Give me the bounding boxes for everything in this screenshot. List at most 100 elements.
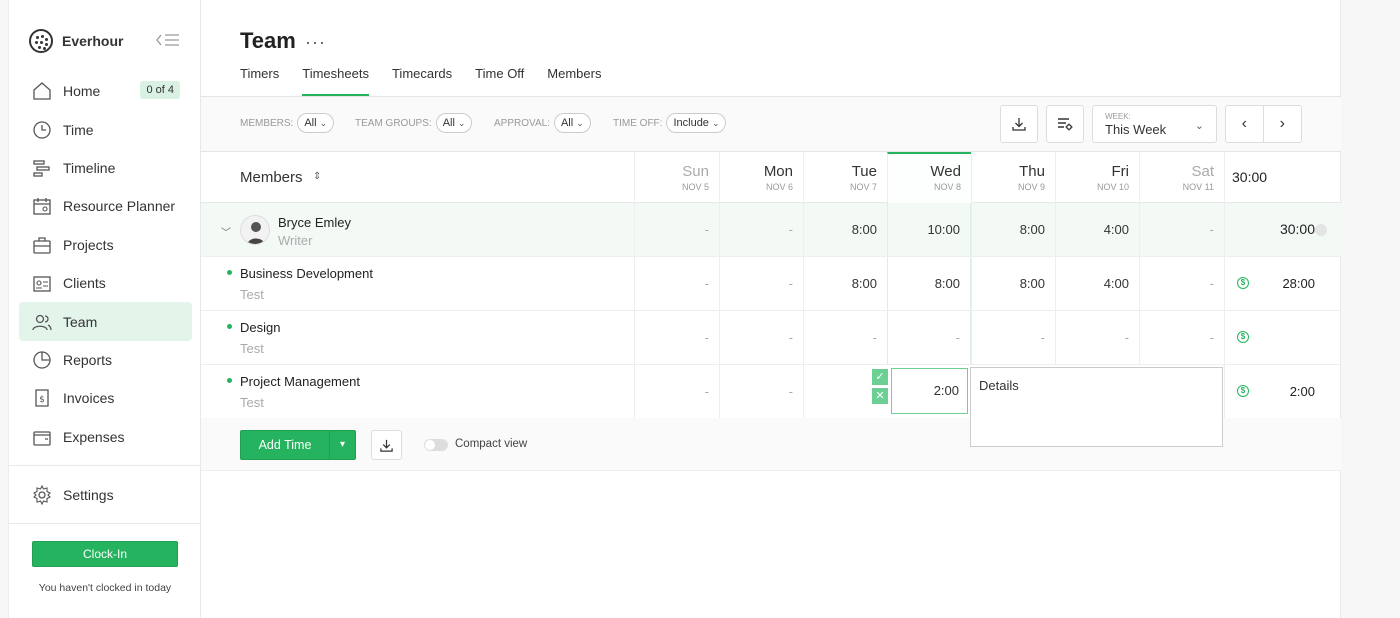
time-cell[interactable]: 8:00 [971, 257, 1055, 310]
sidebar-item-time[interactable]: Time [19, 110, 192, 148]
filter-label: Time off: [613, 117, 663, 129]
sidebar-item-clients[interactable]: Clients [19, 264, 192, 302]
project-name[interactable]: Project Management [240, 374, 360, 389]
sidebar-item-projects[interactable]: Projects [19, 226, 192, 264]
sidebar-item-reports[interactable]: Reports [19, 341, 192, 379]
sidebar-item-invoices[interactable]: $ Invoices [19, 379, 192, 417]
time-cell[interactable]: - [719, 203, 803, 256]
day-header-sun: Sun NOV 5 [634, 152, 719, 203]
week-select-value: This Week [1105, 122, 1167, 137]
approval-filter-select[interactable]: All ⌄ [553, 113, 591, 133]
chevron-down-icon: ⌄ [457, 117, 466, 128]
time-cell[interactable]: - [971, 311, 1055, 364]
week-total: 30:00 [1232, 169, 1268, 185]
sidebar-item-team[interactable]: Team [19, 302, 192, 341]
day-date: NOV 11 [1182, 182, 1214, 192]
user-name[interactable]: Bryce Emley [278, 215, 351, 230]
clock-in-button[interactable]: Clock-In [32, 541, 178, 567]
time-cell[interactable]: 8:00 [803, 257, 887, 310]
column-settings-button[interactable] [1046, 105, 1084, 143]
table-row-user[interactable]: ﹀ Bryce Emley Writer - - 8:00 10:00 8:00… [201, 203, 1341, 257]
time-cell[interactable]: - [634, 365, 719, 418]
sidebar-item-timeline[interactable]: Timeline [19, 149, 192, 187]
time-cell[interactable]: - [719, 365, 803, 418]
time-cell[interactable]: - [887, 311, 971, 364]
chevron-down-icon[interactable]: ▾ [329, 431, 355, 459]
tab-time-off[interactable]: Time Off [475, 66, 524, 96]
members-filter-select[interactable]: All ⌄ [297, 113, 335, 133]
export-timesheet-button[interactable] [371, 430, 402, 460]
user-total: 30:00 [1279, 221, 1315, 237]
next-week-button[interactable]: › [1264, 106, 1302, 142]
billable-dollar-icon[interactable]: $ [1237, 331, 1249, 343]
time-off-filter-select[interactable]: Include ⌄ [666, 113, 727, 133]
svg-text:$: $ [39, 395, 45, 405]
tab-members[interactable]: Members [547, 66, 601, 96]
home-progress-badge: 0 of 4 [140, 81, 180, 99]
week-pager: ‹ › [1225, 105, 1302, 143]
chevron-down-icon[interactable]: ﹀ [221, 224, 231, 239]
list-settings-icon [1058, 118, 1073, 131]
table-row-project: Design Test - - - - - - - $ [201, 311, 1341, 365]
members-column-header[interactable]: Members [240, 169, 303, 186]
export-button[interactable] [1000, 105, 1038, 143]
download-icon [380, 439, 393, 452]
time-cell[interactable]: - [634, 311, 719, 364]
project-name[interactable]: Design [240, 320, 280, 335]
more-options-icon[interactable]: ··· [305, 32, 326, 53]
time-cell[interactable]: - [1055, 311, 1139, 364]
billable-dollar-icon[interactable]: $ [1237, 277, 1249, 289]
day-header-tue: Tue NOV 7 [803, 152, 887, 203]
tab-timers[interactable]: Timers [240, 66, 279, 96]
time-cell[interactable]: - [803, 311, 887, 364]
filter-value: All [560, 117, 574, 129]
time-cell[interactable]: 8:00 [887, 257, 971, 310]
day-name: Fri [1111, 163, 1130, 180]
cancel-x-icon[interactable]: ✕ [872, 388, 888, 404]
main-content: Team ··· Timers Timesheets Timecards Tim… [201, 0, 1341, 618]
time-cell[interactable]: - [719, 311, 803, 364]
time-cell[interactable]: 8:00 [971, 203, 1055, 256]
confirm-check-icon[interactable]: ✓ [872, 369, 888, 385]
tab-timesheets[interactable]: Timesheets [302, 66, 369, 96]
sidebar-item-label: Settings [63, 487, 114, 504]
billable-dollar-icon[interactable]: $ [1237, 385, 1249, 397]
sidebar-item-home[interactable]: Home 0 of 4 [19, 72, 192, 110]
time-cell[interactable]: - [719, 257, 803, 310]
approval-status-icon[interactable] [1315, 224, 1327, 236]
time-cell[interactable]: - [634, 257, 719, 310]
brand[interactable]: Everhour [29, 28, 123, 54]
time-cell[interactable]: - [634, 203, 719, 256]
day-name: Thu [1019, 163, 1045, 180]
sidebar-item-settings[interactable]: Settings [19, 476, 192, 514]
timesheet-grid: Members ⇕ Sun NOV 5 Mon NOV 6 Tue NOV 7 Wed… [201, 152, 1341, 447]
sidebar-item-resource-planner[interactable]: Resource Planner [19, 187, 192, 225]
collapse-sidebar-icon[interactable] [155, 32, 181, 48]
clock-icon [33, 120, 51, 139]
time-cell[interactable]: 10:00 [887, 203, 971, 256]
page-title: Team [240, 28, 296, 53]
time-cell[interactable]: - [1139, 257, 1224, 310]
time-cell[interactable]: 8:00 [803, 203, 887, 256]
brand-name: Everhour [62, 33, 124, 49]
time-cell[interactable]: 4:00 [1055, 203, 1139, 256]
compact-view-toggle[interactable] [424, 439, 448, 451]
time-cell[interactable]: 4:00 [1055, 257, 1139, 310]
gear-icon [33, 484, 51, 506]
time-cell[interactable]: - [1139, 311, 1224, 364]
time-cell[interactable]: - [1139, 203, 1224, 256]
previous-week-button[interactable]: ‹ [1226, 106, 1264, 142]
add-time-button[interactable]: Add Time ▾ [240, 430, 356, 460]
day-header-sat: Sat NOV 11 [1139, 152, 1224, 203]
team-groups-filter-select[interactable]: All ⌄ [435, 113, 473, 133]
project-name[interactable]: Business Development [240, 266, 373, 281]
chevron-down-icon: ⌄ [576, 117, 584, 128]
sidebar-item-expenses[interactable]: Expenses [19, 418, 192, 456]
week-select[interactable]: Week: This Week ⌄ [1092, 105, 1217, 143]
sidebar-divider [9, 465, 201, 466]
timeline-icon [33, 160, 50, 177]
sort-icon[interactable]: ⇕ [313, 171, 321, 182]
details-textarea[interactable]: Details [970, 367, 1223, 447]
time-entry-input[interactable]: 2:00 [891, 368, 968, 414]
tab-timecards[interactable]: Timecards [392, 66, 452, 96]
